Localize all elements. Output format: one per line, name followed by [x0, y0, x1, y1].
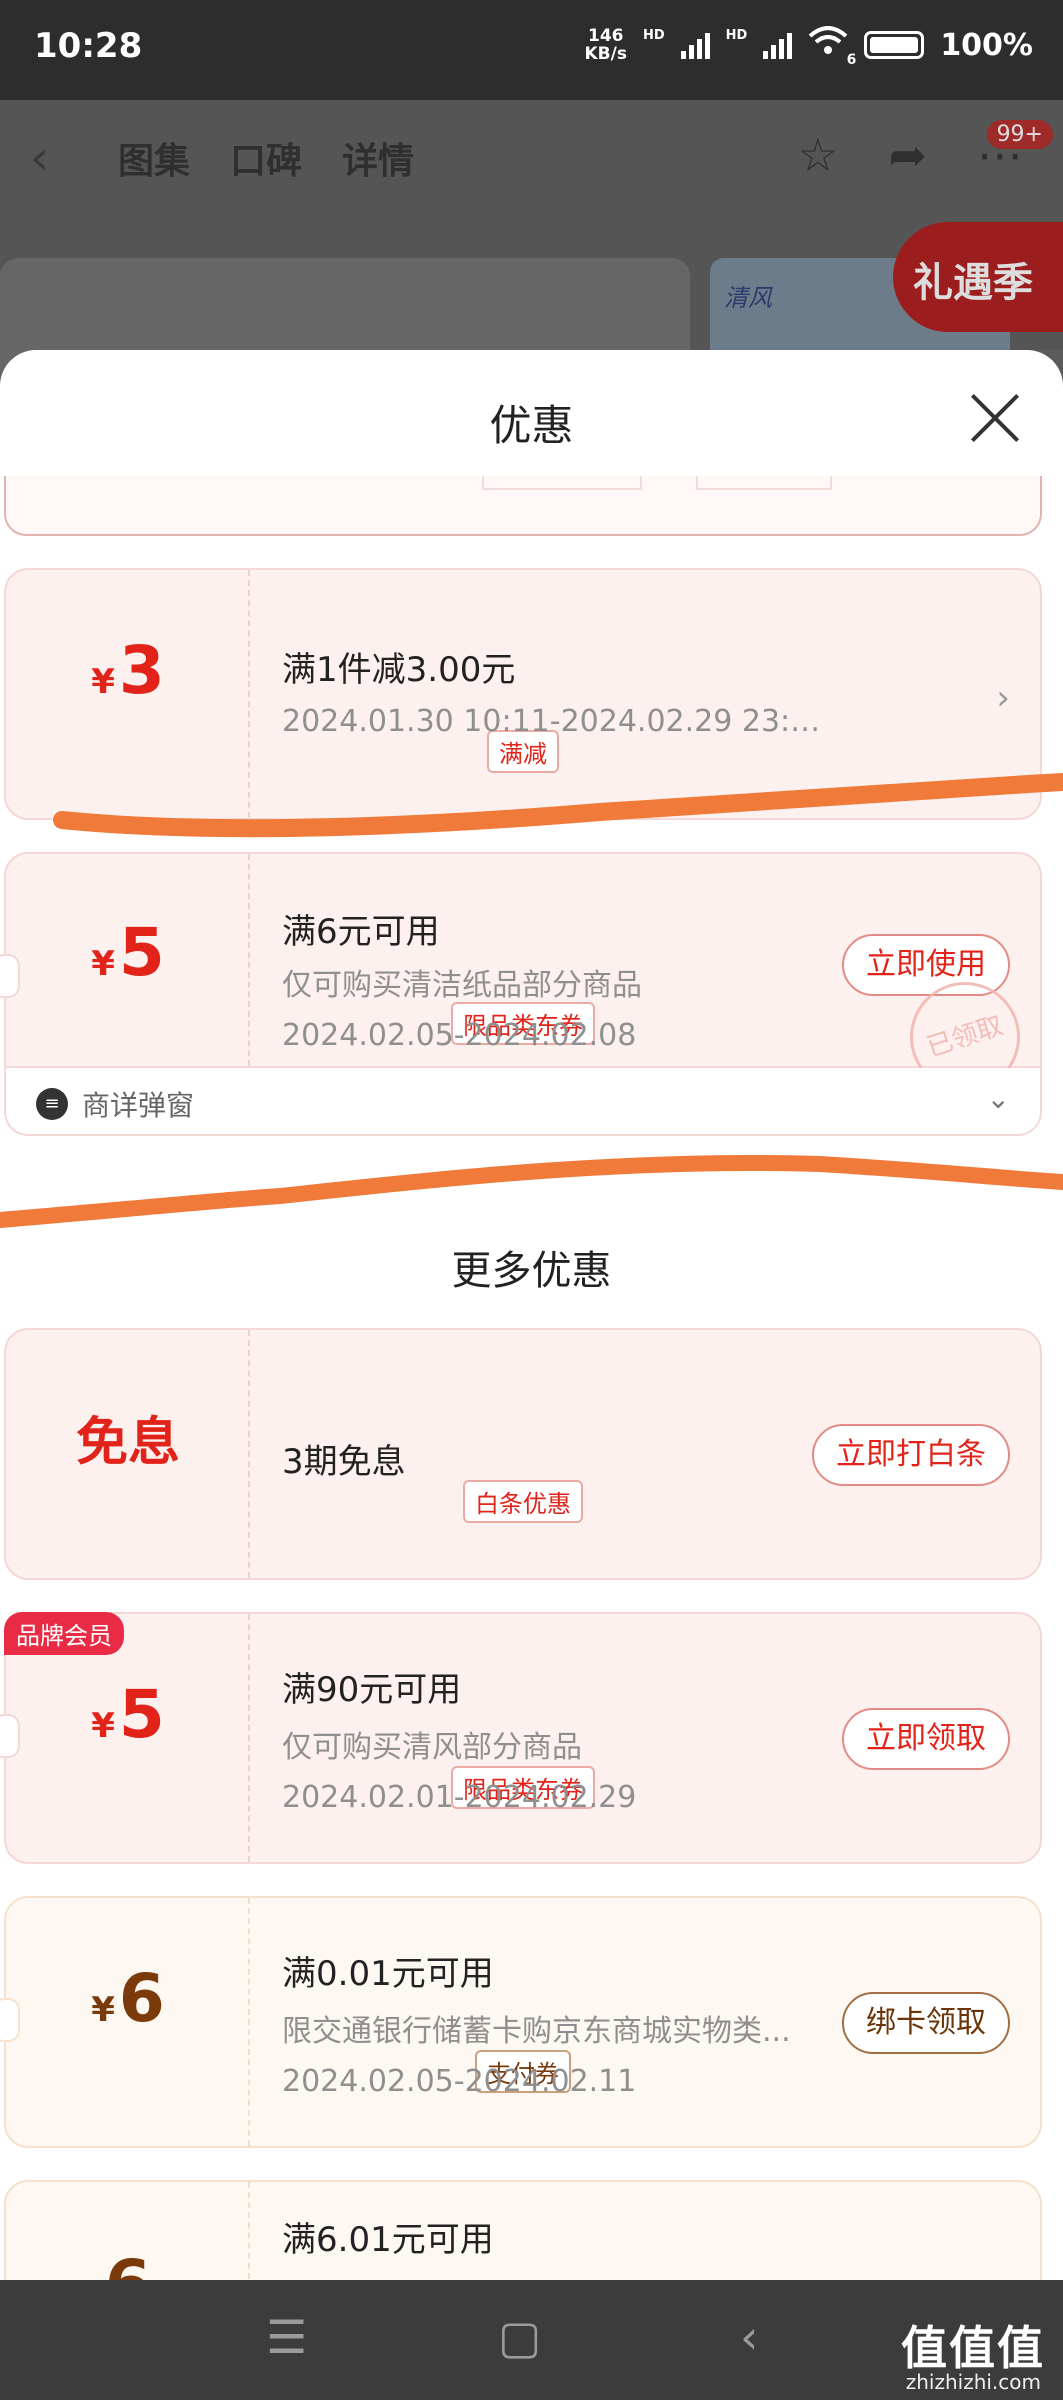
offer-title: 3期免息	[282, 1442, 406, 1482]
coupon-scope: 仅可购买清洁纸品部分商品	[282, 968, 642, 1003]
offer-scope: 限交通银行储蓄卡购京东商城实物类...	[282, 2014, 791, 2049]
wifi-icon: 6	[808, 26, 856, 68]
discount-sheet: 优惠 ¥3 满减 满1件减3.00元 2024.01.30 10:11-2024…	[0, 350, 1063, 2280]
offer-card[interactable]: 品牌会员 ¥5 限品类东券 满90元可用 仅可购买清风部分商品 2024.02.…	[0, 1612, 1042, 1864]
coupon-title: 满1件减3.00元	[282, 650, 516, 690]
sheet-title: 优惠	[489, 401, 574, 450]
chevron-right-icon[interactable]: ›	[996, 678, 1010, 718]
close-icon[interactable]	[967, 390, 1023, 446]
offer-headline: 免息	[75, 1413, 180, 1473]
baitiao-button[interactable]: 立即打白条	[812, 1424, 1010, 1486]
tab-reviews[interactable]: 口碑	[230, 132, 302, 184]
coupon-amount: ¥3	[91, 632, 165, 709]
offer-amount: 6	[6, 2246, 250, 2280]
coupon-validity: 2024.02.05-2024.02.08	[282, 1018, 637, 1053]
share-icon[interactable]: ➦	[888, 128, 927, 182]
battery-icon	[864, 31, 925, 59]
coupon-amount: ¥5	[91, 914, 165, 991]
offer-card[interactable]: 6 满6.01元可用	[4, 2180, 1042, 2280]
offer-validity: 2024.02.01-2024.02.29	[282, 1780, 637, 1815]
hd-label-2: HD	[725, 27, 748, 43]
coupon-card[interactable]: ¥5 限品类东券 满6元可用 仅可购买清洁纸品部分商品 2024.02.05-2…	[0, 852, 1042, 1107]
menu-icon[interactable]: ☰	[266, 2310, 307, 2364]
hd-label: HD	[642, 27, 665, 43]
product-tabs: 图集 口碑 详情	[118, 132, 414, 184]
offer-card[interactable]: ¥6 支付券 满0.01元可用 限交通银行储蓄卡购京东商城实物类... 2024…	[0, 1896, 1042, 2148]
offer-title: 满90元可用	[282, 1670, 462, 1710]
offer-title: 满6.01元可用	[282, 2220, 494, 2260]
back-arrow-icon[interactable]: ‹	[30, 130, 49, 186]
scrolled-card-remnant	[4, 476, 1042, 536]
watermark-logo: 值值值	[901, 2321, 1045, 2375]
home-icon[interactable]: ▢	[498, 2310, 541, 2364]
bind-card-button[interactable]: 绑卡领取	[842, 1992, 1010, 2054]
chevron-down-icon[interactable]: ⌄	[987, 1082, 1010, 1115]
status-bar: 10:28 146 KB/s HD HD 6 100%	[0, 0, 1063, 100]
more-offers-title: 更多优惠	[451, 1248, 612, 1294]
popup-icon: ≡	[36, 1088, 68, 1120]
offer-type-tag: 白条优惠	[463, 1480, 583, 1523]
offer-scope: 仅可购买清风部分商品	[282, 1730, 582, 1765]
status-icons: 146 KB/s HD HD 6 100%	[584, 26, 1033, 68]
more-badge: 99+	[986, 120, 1053, 149]
popup-label: 商详弹窗	[82, 1089, 195, 1122]
status-time: 10:28	[34, 26, 143, 66]
offer-validity: 2024.02.05-2024.02.11	[282, 2064, 637, 2099]
offer-amount: ¥5	[91, 1676, 165, 1753]
signal-icon-2	[763, 31, 793, 59]
net-speed: 146 KB/s	[584, 26, 627, 64]
popup-source-row[interactable]: ≡ 商详弹窗 ⌄	[4, 1068, 1042, 1136]
gift-season-banner[interactable]: 礼遇季	[893, 222, 1063, 332]
brand-logo: 清风	[724, 284, 772, 312]
brand-member-tag: 品牌会员	[4, 1612, 124, 1655]
offer-card[interactable]: 免息 白条优惠 3期免息 立即打白条	[4, 1328, 1042, 1580]
coupon-validity: 2024.01.30 10:11-2024.02.29 23:59	[282, 704, 822, 739]
coupon-title: 满6元可用	[282, 912, 440, 952]
claim-now-button[interactable]: 立即领取	[842, 1708, 1010, 1770]
coupon-card[interactable]: ¥3 满减 满1件减3.00元 2024.01.30 10:11-2024.02…	[4, 568, 1042, 820]
tab-gallery[interactable]: 图集	[118, 132, 190, 184]
watermark-url: zhizhizhi.com	[905, 2370, 1041, 2394]
battery-level: 100%	[940, 27, 1033, 63]
back-icon[interactable]: ‹	[740, 2310, 758, 2364]
offer-amount: ¥6	[91, 1960, 165, 2037]
star-icon[interactable]: ☆	[797, 128, 838, 182]
signal-icon	[680, 31, 710, 59]
offer-title: 满0.01元可用	[282, 1954, 494, 1994]
tab-details[interactable]: 详情	[342, 132, 414, 184]
